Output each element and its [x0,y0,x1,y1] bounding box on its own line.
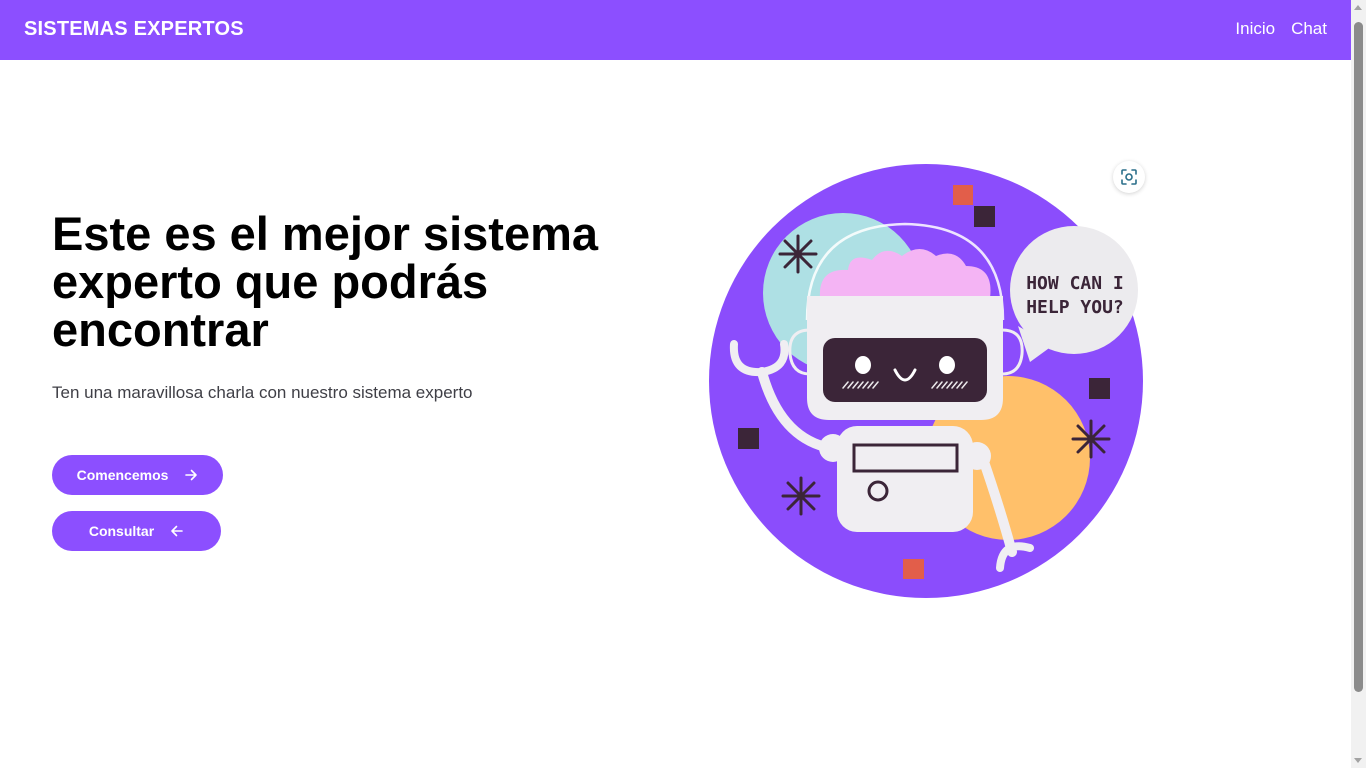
nav-link-inicio[interactable]: Inicio [1235,19,1275,39]
consult-button-label: Consultar [88,523,155,539]
scroll-down-icon[interactable] [1354,758,1362,763]
bubble-line-2: HELP YOU? [1026,297,1124,318]
arrow-right-icon [185,469,198,481]
screenshot-lens-icon [1121,169,1137,185]
scrollbar[interactable] [1351,0,1366,768]
hero-title: Este es el mejor sistema experto que pod… [52,207,599,356]
consult-button[interactable]: Consultar [52,511,221,551]
screenshot-lens-button[interactable] [1113,161,1145,193]
scrollbar-thumb[interactable] [1354,22,1363,692]
nav-links: Inicio Chat [1235,19,1327,39]
brand-title[interactable]: SISTEMAS EXPERTOS [24,18,244,41]
robot-illustration: HOW CAN I HELP YOU? [709,164,1143,598]
start-button[interactable]: Comencemos [52,455,223,495]
bubble-line-1: HOW CAN I [1026,273,1124,294]
scroll-up-icon[interactable] [1354,5,1362,10]
nav-link-chat[interactable]: Chat [1291,19,1327,39]
navbar: SISTEMAS EXPERTOS Inicio Chat [0,0,1351,60]
arrow-left-icon [171,525,183,537]
hero-subtitle: Ten una maravillosa charla con nuestro s… [52,383,473,402]
start-button-label: Comencemos [76,467,169,483]
